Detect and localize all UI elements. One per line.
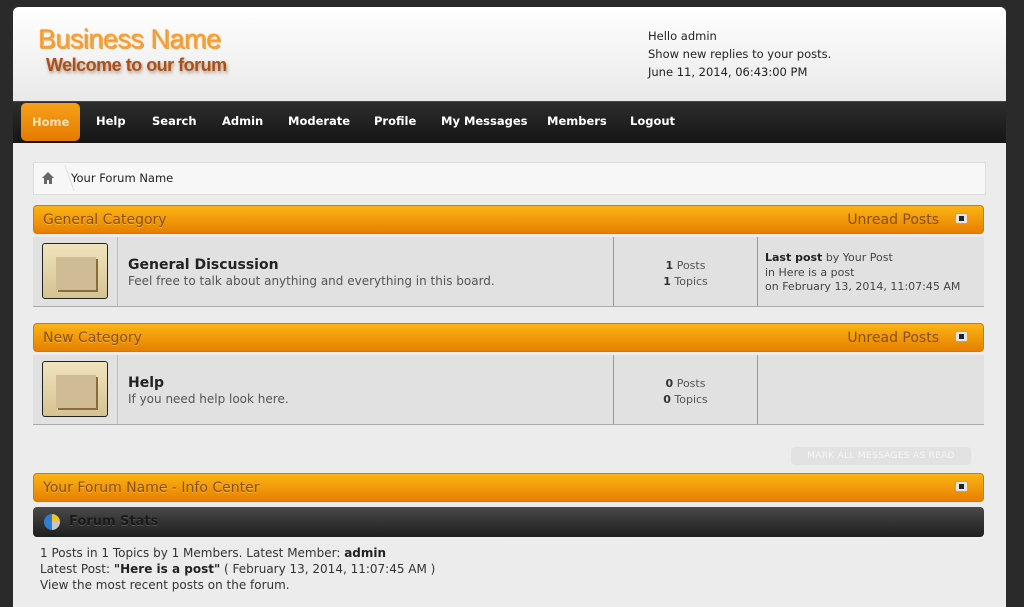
board-stats: 1 Posts 1 Topics [613, 237, 758, 306]
nav-members[interactable]: Members [537, 102, 617, 141]
collapse-icon[interactable] [955, 213, 968, 224]
latest-post-link[interactable]: "Here is a post" [114, 562, 220, 576]
board-no-new-posts-icon[interactable] [42, 243, 108, 299]
board-name[interactable]: Help [128, 375, 289, 391]
board-name[interactable]: General Discussion [128, 257, 495, 273]
collapse-icon[interactable] [955, 481, 968, 492]
nav-admin[interactable]: Admin [212, 102, 273, 141]
forum-stats-text: 1 Posts in 1 Topics by 1 Members. Latest… [40, 545, 435, 593]
board-icon-cell [33, 237, 118, 306]
last-post-info: Last post by Your Post in Here is a post… [765, 251, 960, 295]
latest-post-date: ( February 13, 2014, 11:07:45 AM ) [220, 562, 436, 576]
unread-posts-link[interactable]: Unread Posts [847, 212, 939, 228]
stats-summary: 1 Posts in 1 Topics by 1 Members. Latest… [40, 546, 345, 560]
nav-search[interactable]: Search [142, 102, 207, 141]
mark-all-read-button[interactable]: MARK ALL MESSAGES AS READ [791, 447, 971, 465]
new-replies-link[interactable]: Show new replies to your posts. [648, 45, 831, 63]
last-post-topic[interactable]: in Here is a post [765, 266, 960, 281]
last-post-date: on February 13, 2014, 11:07:45 AM [765, 280, 961, 293]
category-title[interactable]: General Category [43, 212, 167, 228]
topics-count: 0 [663, 393, 671, 406]
forum-stats-title[interactable]: Forum Stats [69, 514, 158, 529]
home-icon[interactable] [41, 171, 55, 185]
breadcrumb-forum-link[interactable]: Your Forum Name [71, 171, 173, 185]
category-header-general: General Category Unread Posts [33, 205, 984, 234]
posts-count: 1 [665, 259, 674, 272]
last-post-label: Last post [765, 251, 823, 264]
topics-count: 1 [663, 275, 671, 288]
board-no-new-posts-icon[interactable] [42, 361, 108, 417]
board-stats: 0 Posts 0 Topics [613, 355, 758, 424]
latest-post-label: Latest Post: [40, 562, 114, 576]
stats-pie-icon [44, 514, 60, 530]
nav-help[interactable]: Help [86, 102, 136, 141]
topics-label: Topics [674, 393, 708, 406]
current-datetime: June 11, 2014, 06:43:00 PM [648, 65, 808, 79]
posts-count: 0 [665, 377, 674, 390]
info-center-title: Your Forum Name - Info Center [43, 480, 260, 496]
forum-stats-bar: Forum Stats [33, 507, 984, 537]
recent-posts-link[interactable]: View the most recent posts on the forum. [40, 577, 435, 593]
logo-subtitle: Welcome to our forum [46, 55, 227, 75]
header: Business Name Welcome to our forum Hello… [13, 7, 1006, 101]
board-info: Help If you need help look here. [128, 375, 289, 406]
board-description: If you need help look here. [128, 392, 289, 406]
unread-posts-link[interactable]: Unread Posts [847, 330, 939, 346]
collapse-icon[interactable] [955, 331, 968, 342]
board-description: Feel free to talk about anything and eve… [128, 274, 495, 288]
greeting: Hello admin [648, 29, 717, 43]
topics-label: Topics [674, 275, 708, 288]
logo-title[interactable]: Business Name [38, 24, 221, 55]
info-center-header: Your Forum Name - Info Center [33, 473, 984, 502]
nav-my-messages[interactable]: My Messages [431, 102, 538, 141]
nav-profile[interactable]: Profile [364, 102, 426, 141]
board-icon-cell [33, 355, 118, 424]
posts-label: Posts [676, 259, 706, 272]
nav-logout[interactable]: Logout [620, 102, 685, 141]
user-info: Hello admin Show new replies to your pos… [648, 27, 831, 81]
board-info: General Discussion Feel free to talk abo… [128, 257, 495, 288]
board-row: Help If you need help look here. 0 Posts… [33, 355, 984, 425]
main-nav: Home Help Search Admin Moderate Profile … [13, 101, 1006, 143]
board-row: General Discussion Feel free to talk abo… [33, 237, 984, 307]
posts-label: Posts [676, 377, 706, 390]
category-header-new: New Category Unread Posts [33, 323, 984, 352]
page-container: Business Name Welcome to our forum Hello… [13, 7, 1006, 607]
nav-home[interactable]: Home [21, 103, 81, 141]
category-title[interactable]: New Category [43, 330, 142, 346]
nav-moderate[interactable]: Moderate [278, 102, 360, 141]
breadcrumb: Your Forum Name [33, 162, 986, 195]
last-post-author[interactable]: by Your Post [826, 251, 893, 264]
latest-member-link[interactable]: admin [344, 546, 386, 560]
